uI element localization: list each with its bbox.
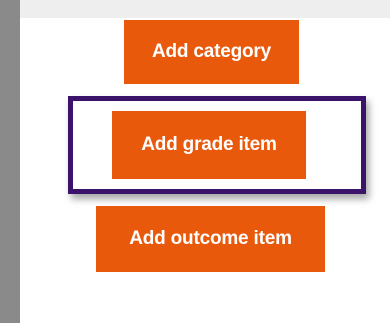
panel-top-strip [20,0,390,18]
add-category-button[interactable]: Add category [124,20,299,84]
content-panel: Add category Add grade item Add outcome … [20,0,390,323]
add-grade-item-button[interactable]: Add grade item [112,111,306,179]
add-outcome-item-button[interactable]: Add outcome item [96,206,325,272]
